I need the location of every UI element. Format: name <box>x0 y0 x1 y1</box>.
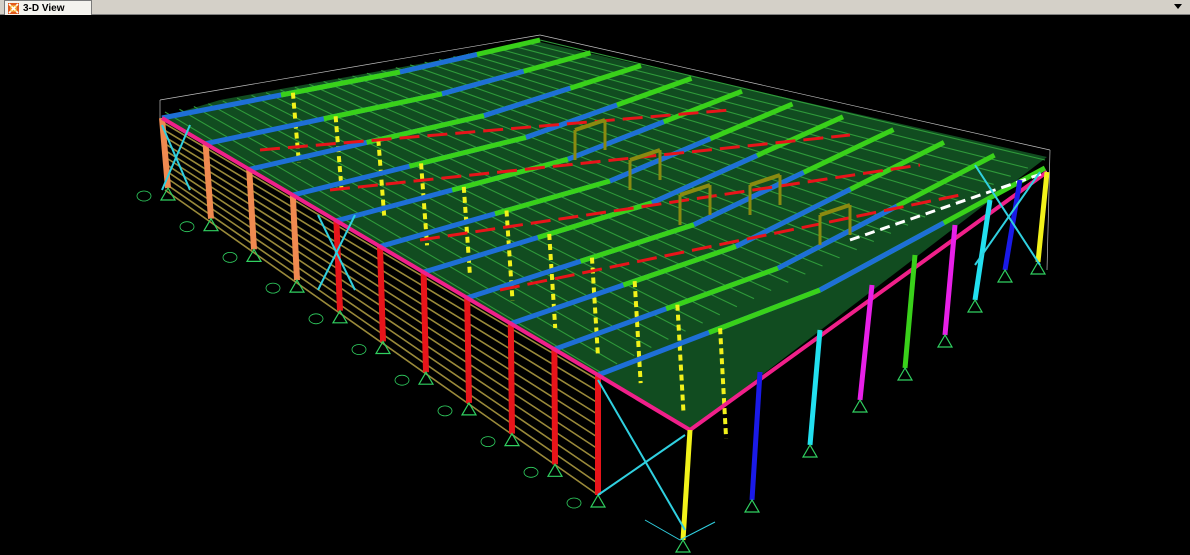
end-wall-column <box>972 199 993 301</box>
frame-column <box>202 143 214 219</box>
frame-column <box>377 246 386 342</box>
end-wall-column <box>680 429 693 541</box>
support-icon <box>896 366 914 381</box>
tab-bar: 3-D View <box>0 0 1190 15</box>
grid-bubble-icon <box>523 466 539 478</box>
grid-bubble-icon <box>222 251 238 263</box>
grid-bubble-icon <box>480 436 496 448</box>
grid-line <box>1046 149 1051 271</box>
support-icon <box>674 538 692 553</box>
frame-column <box>420 272 429 373</box>
support-icon <box>546 463 564 477</box>
three-d-view-window: 3-D View <box>0 0 1190 555</box>
grid-bubble-icon <box>308 313 324 325</box>
bracing <box>597 434 686 496</box>
frame-column <box>551 349 558 465</box>
chevron-down-icon[interactable] <box>1174 4 1182 9</box>
support-icon <box>801 443 819 458</box>
support-icon <box>966 298 984 313</box>
grid-bubble-icon <box>179 221 195 233</box>
support-icon <box>851 398 869 413</box>
model-viewport[interactable] <box>0 15 1190 555</box>
end-wall-column <box>1002 179 1023 271</box>
tab-title: 3-D View <box>23 2 65 14</box>
grid-bubble-icon <box>394 374 410 386</box>
grid-bubble-icon <box>265 282 281 294</box>
frame-column <box>507 323 515 434</box>
support-icon <box>743 498 761 513</box>
support-icon <box>589 493 607 508</box>
grid-bubble-icon <box>136 190 152 202</box>
end-wall-column <box>1035 171 1050 263</box>
structure-3d-model[interactable] <box>0 15 1190 555</box>
frame-column <box>246 169 257 250</box>
axis-x <box>644 519 681 541</box>
frame-column <box>289 194 300 281</box>
grid-bubble-icon <box>351 344 367 355</box>
frame-column <box>333 220 343 311</box>
support-icon <box>996 268 1014 283</box>
support-icon <box>936 333 954 348</box>
support-icon <box>1029 260 1047 275</box>
grid-bubble-icon <box>437 405 453 417</box>
structure-app-icon <box>8 2 19 14</box>
support-icon <box>202 217 220 232</box>
grid-bubble-icon <box>566 497 582 509</box>
frame-column <box>464 297 472 403</box>
end-wall-column <box>807 329 823 446</box>
end-wall-column <box>749 371 763 501</box>
tab-3d-view[interactable]: 3-D View <box>4 0 92 15</box>
